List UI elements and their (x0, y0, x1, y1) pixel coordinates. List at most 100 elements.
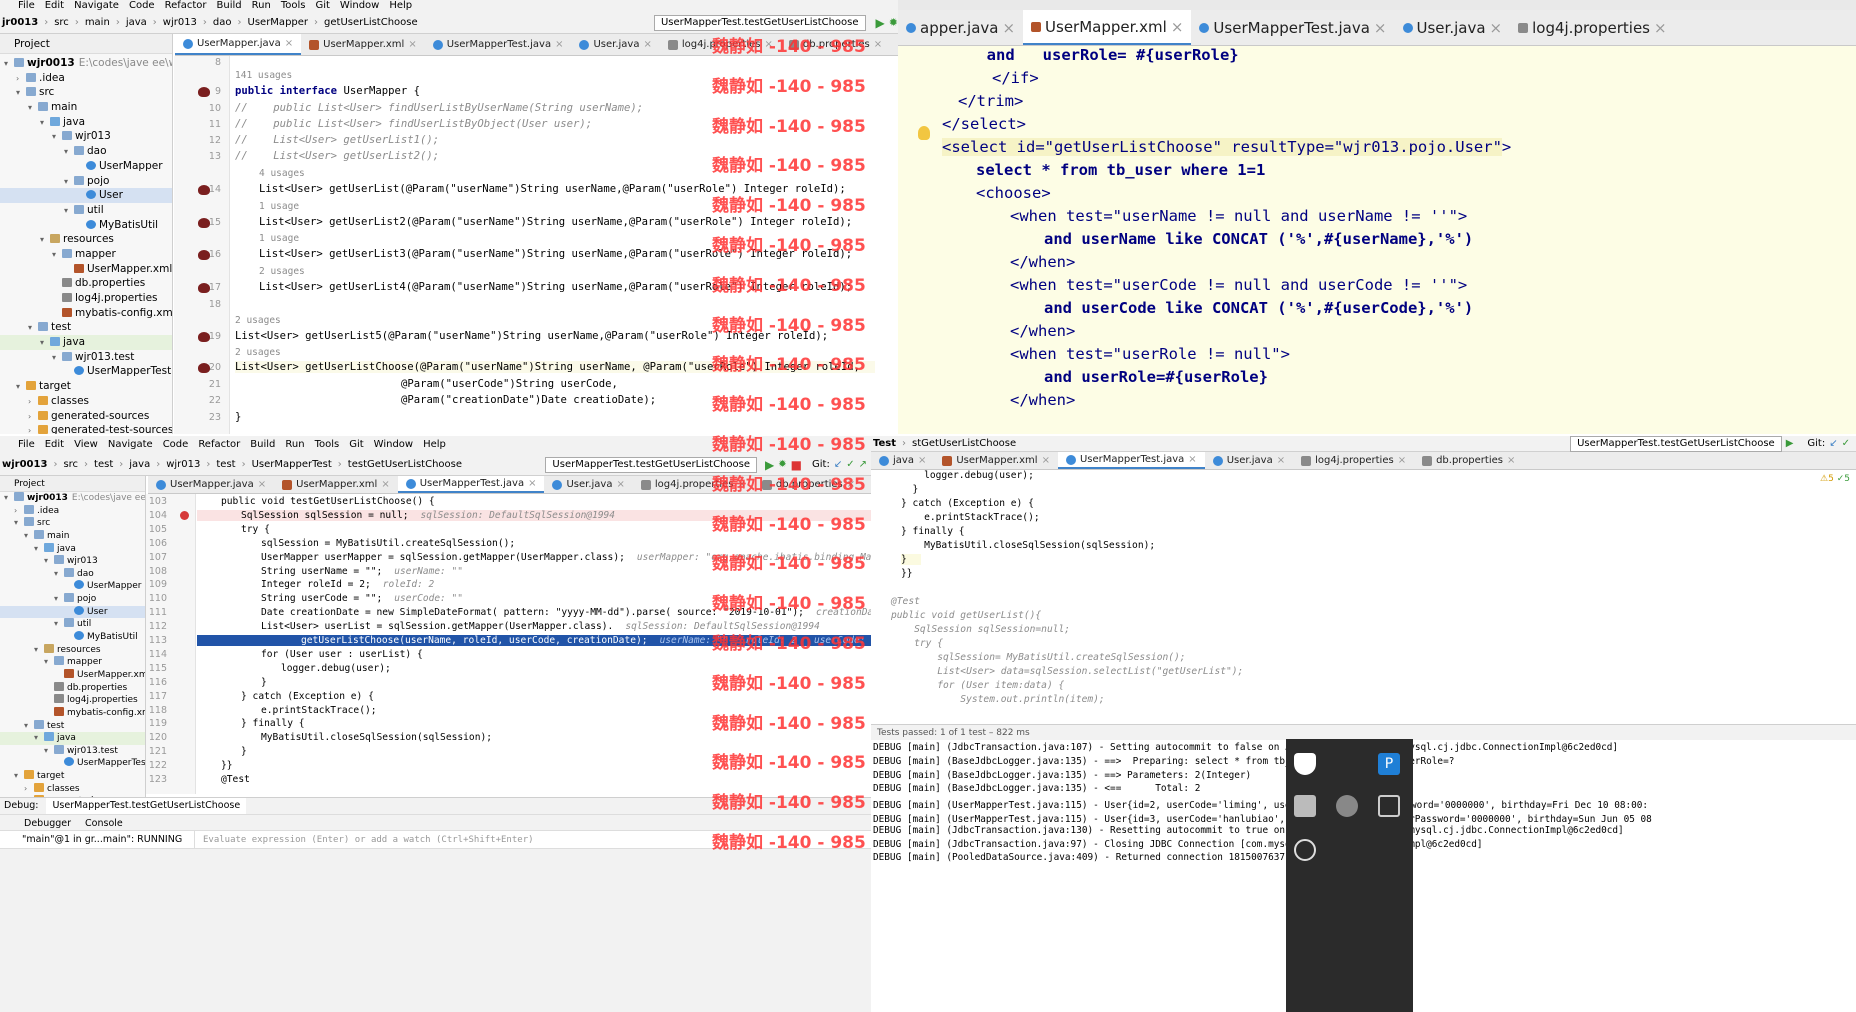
tree-node[interactable]: › generated-test-sources (0, 423, 172, 434)
menu-navigate[interactable]: Navigate (74, 0, 119, 12)
tree-node[interactable]: MyBatisUtil (0, 631, 145, 644)
expand-arrow-icon[interactable]: ▾ (34, 644, 44, 657)
tree-node[interactable]: ▾ dao (0, 567, 145, 581)
shield-icon[interactable] (1294, 753, 1316, 775)
tree-node[interactable]: ▾ target (0, 770, 145, 783)
mybatis-bird-icon[interactable] (198, 218, 210, 228)
tab-usermapper-xml[interactable]: UserMapper.xml × (934, 452, 1058, 469)
menu-tools[interactable]: Tools (281, 0, 306, 12)
expand-arrow-icon[interactable]: ▾ (44, 656, 54, 669)
expand-arrow-icon[interactable]: ▾ (40, 116, 50, 131)
close-icon[interactable]: × (918, 455, 926, 466)
expand-arrow-icon[interactable]: ▾ (14, 770, 24, 783)
tab-usermapper-java[interactable]: UserMapper.java × (148, 476, 274, 493)
mybatis-bird-icon[interactable] (198, 283, 210, 293)
tree-node[interactable]: mybatis-config.xml (0, 306, 172, 321)
tree-node[interactable]: ▾ target (0, 379, 172, 394)
tab-user-java[interactable]: User.java × (1395, 10, 1511, 45)
tree-node[interactable]: ▾ wjr0013E:\codes\jave ee\wjr00 (0, 492, 145, 505)
tab-usermapper-java[interactable]: UserMapper.java × (175, 34, 302, 55)
tab-usermapper-xml[interactable]: UserMapper.xml × (1023, 10, 1192, 45)
tree-node[interactable]: ▾ java (0, 115, 172, 130)
expand-arrow-icon[interactable]: ▾ (4, 57, 14, 72)
test-code-editor[interactable]: public void testGetUserListChoose() {Sql… (197, 494, 871, 794)
tab-apper-java[interactable]: apper.java × (898, 10, 1023, 45)
menu-navigate[interactable]: Navigate (108, 436, 153, 454)
lightbulb-icon[interactable] (918, 126, 930, 140)
expand-arrow-icon[interactable]: › (16, 72, 26, 87)
close-icon[interactable]: × (1002, 19, 1015, 37)
expand-arrow-icon[interactable]: ▾ (16, 86, 26, 101)
project-header[interactable]: Project (0, 34, 172, 54)
breadcrumb-item[interactable]: main (85, 17, 110, 28)
close-icon[interactable]: × (1042, 455, 1050, 466)
breadcrumb-item[interactable]: test (216, 459, 235, 470)
skype-icon[interactable] (1336, 795, 1358, 817)
tree-node[interactable]: ▾ pojo (0, 593, 145, 606)
run-config-select[interactable]: UserMapperTest.testGetUserListChoose (1570, 436, 1782, 452)
tree-node[interactable]: ▾ wjr013 (0, 129, 172, 144)
tree-node[interactable]: ▾ mapper (0, 656, 145, 669)
menu-run[interactable]: Run (252, 0, 271, 12)
menu-view[interactable]: View (74, 436, 98, 454)
menu-build[interactable]: Build (250, 436, 275, 454)
breadcrumb-item[interactable]: testGetUserListChoose (348, 459, 462, 470)
breadcrumb-item[interactable]: wjr0013 (2, 459, 47, 470)
tree-node[interactable]: log4j.properties (0, 291, 172, 306)
mybatis-bird-icon[interactable] (198, 363, 210, 373)
expand-arrow-icon[interactable]: ▾ (40, 233, 50, 248)
breadcrumb-item[interactable]: wjr013 (163, 17, 197, 28)
tree-node[interactable]: › classes (0, 782, 145, 796)
expand-arrow-icon[interactable]: ▾ (24, 530, 34, 543)
close-icon[interactable]: × (764, 39, 772, 50)
tree-node[interactable]: ▾ src (0, 85, 172, 100)
close-icon[interactable]: × (381, 479, 389, 490)
tab-usermappertest-java[interactable]: UserMapperTest.java × (425, 34, 572, 55)
menu-window[interactable]: Window (340, 0, 379, 12)
menu-git[interactable]: Git (315, 0, 329, 12)
tree-node[interactable]: › .idea (0, 71, 172, 86)
close-icon[interactable]: × (1490, 19, 1503, 37)
expand-arrow-icon[interactable]: › (28, 395, 38, 410)
menu-tools[interactable]: Tools (315, 436, 340, 454)
expand-arrow-icon[interactable]: ▾ (4, 492, 14, 505)
tree-node[interactable]: User (0, 605, 145, 619)
expand-arrow-icon[interactable]: › (28, 424, 38, 434)
tree-node[interactable]: ▾ mapper (0, 247, 172, 262)
tree-node[interactable]: ▾ wjr013.test (0, 350, 172, 365)
close-icon[interactable]: × (737, 479, 745, 490)
record-icon[interactable] (1294, 839, 1316, 861)
expand-arrow-icon[interactable]: ▾ (24, 720, 34, 733)
expand-arrow-icon[interactable]: › (14, 505, 24, 518)
tab-usermappertest-java[interactable]: UserMapperTest.java × (1191, 10, 1394, 45)
tree-node[interactable]: ▾ java (0, 335, 172, 350)
menu-file[interactable]: File (18, 0, 35, 12)
tree-node[interactable]: UserMapperTest (0, 757, 145, 770)
git-commit-icon[interactable]: ✓ (846, 459, 854, 470)
breadcrumb-item[interactable]: jr0013 (2, 17, 38, 28)
tab-java[interactable]: java × (871, 452, 934, 469)
tree-node[interactable]: UserMapper (0, 159, 172, 174)
menu-file[interactable]: File (18, 436, 35, 454)
tree-node[interactable]: ▾ main (0, 529, 145, 543)
menu-refactor[interactable]: Refactor (165, 0, 207, 12)
tree-node[interactable]: User (0, 188, 172, 203)
tab-db-properties[interactable]: db.properties × (781, 34, 890, 55)
menu-window[interactable]: Window (374, 436, 413, 454)
tab-user-java[interactable]: User.java × (571, 34, 659, 55)
mybatis-bird-icon[interactable] (198, 332, 210, 342)
expand-arrow-icon[interactable]: ▾ (52, 130, 62, 145)
tree-node[interactable]: ▾ main (0, 100, 172, 115)
debugger-tab[interactable]: Debugger (24, 815, 71, 830)
menu-build[interactable]: Build (217, 0, 242, 12)
debug-icon[interactable]: ✹ (778, 459, 786, 470)
breadcrumb-item[interactable]: getUserListChoose (324, 17, 418, 28)
tree-node[interactable]: ▾ src (0, 517, 145, 530)
git-update-icon[interactable]: ↙ (1829, 438, 1837, 449)
tree-node[interactable]: ▾ java (0, 732, 145, 745)
menu-code[interactable]: Code (129, 0, 155, 12)
breadcrumb-item[interactable]: java (129, 459, 150, 470)
expand-arrow-icon[interactable]: ▾ (54, 568, 64, 581)
tree-node[interactable]: ▾ wjr013.test (0, 744, 145, 758)
tree-node[interactable]: ▾ wjr0013E:\codes\jave ee\wjr00 (0, 56, 172, 71)
